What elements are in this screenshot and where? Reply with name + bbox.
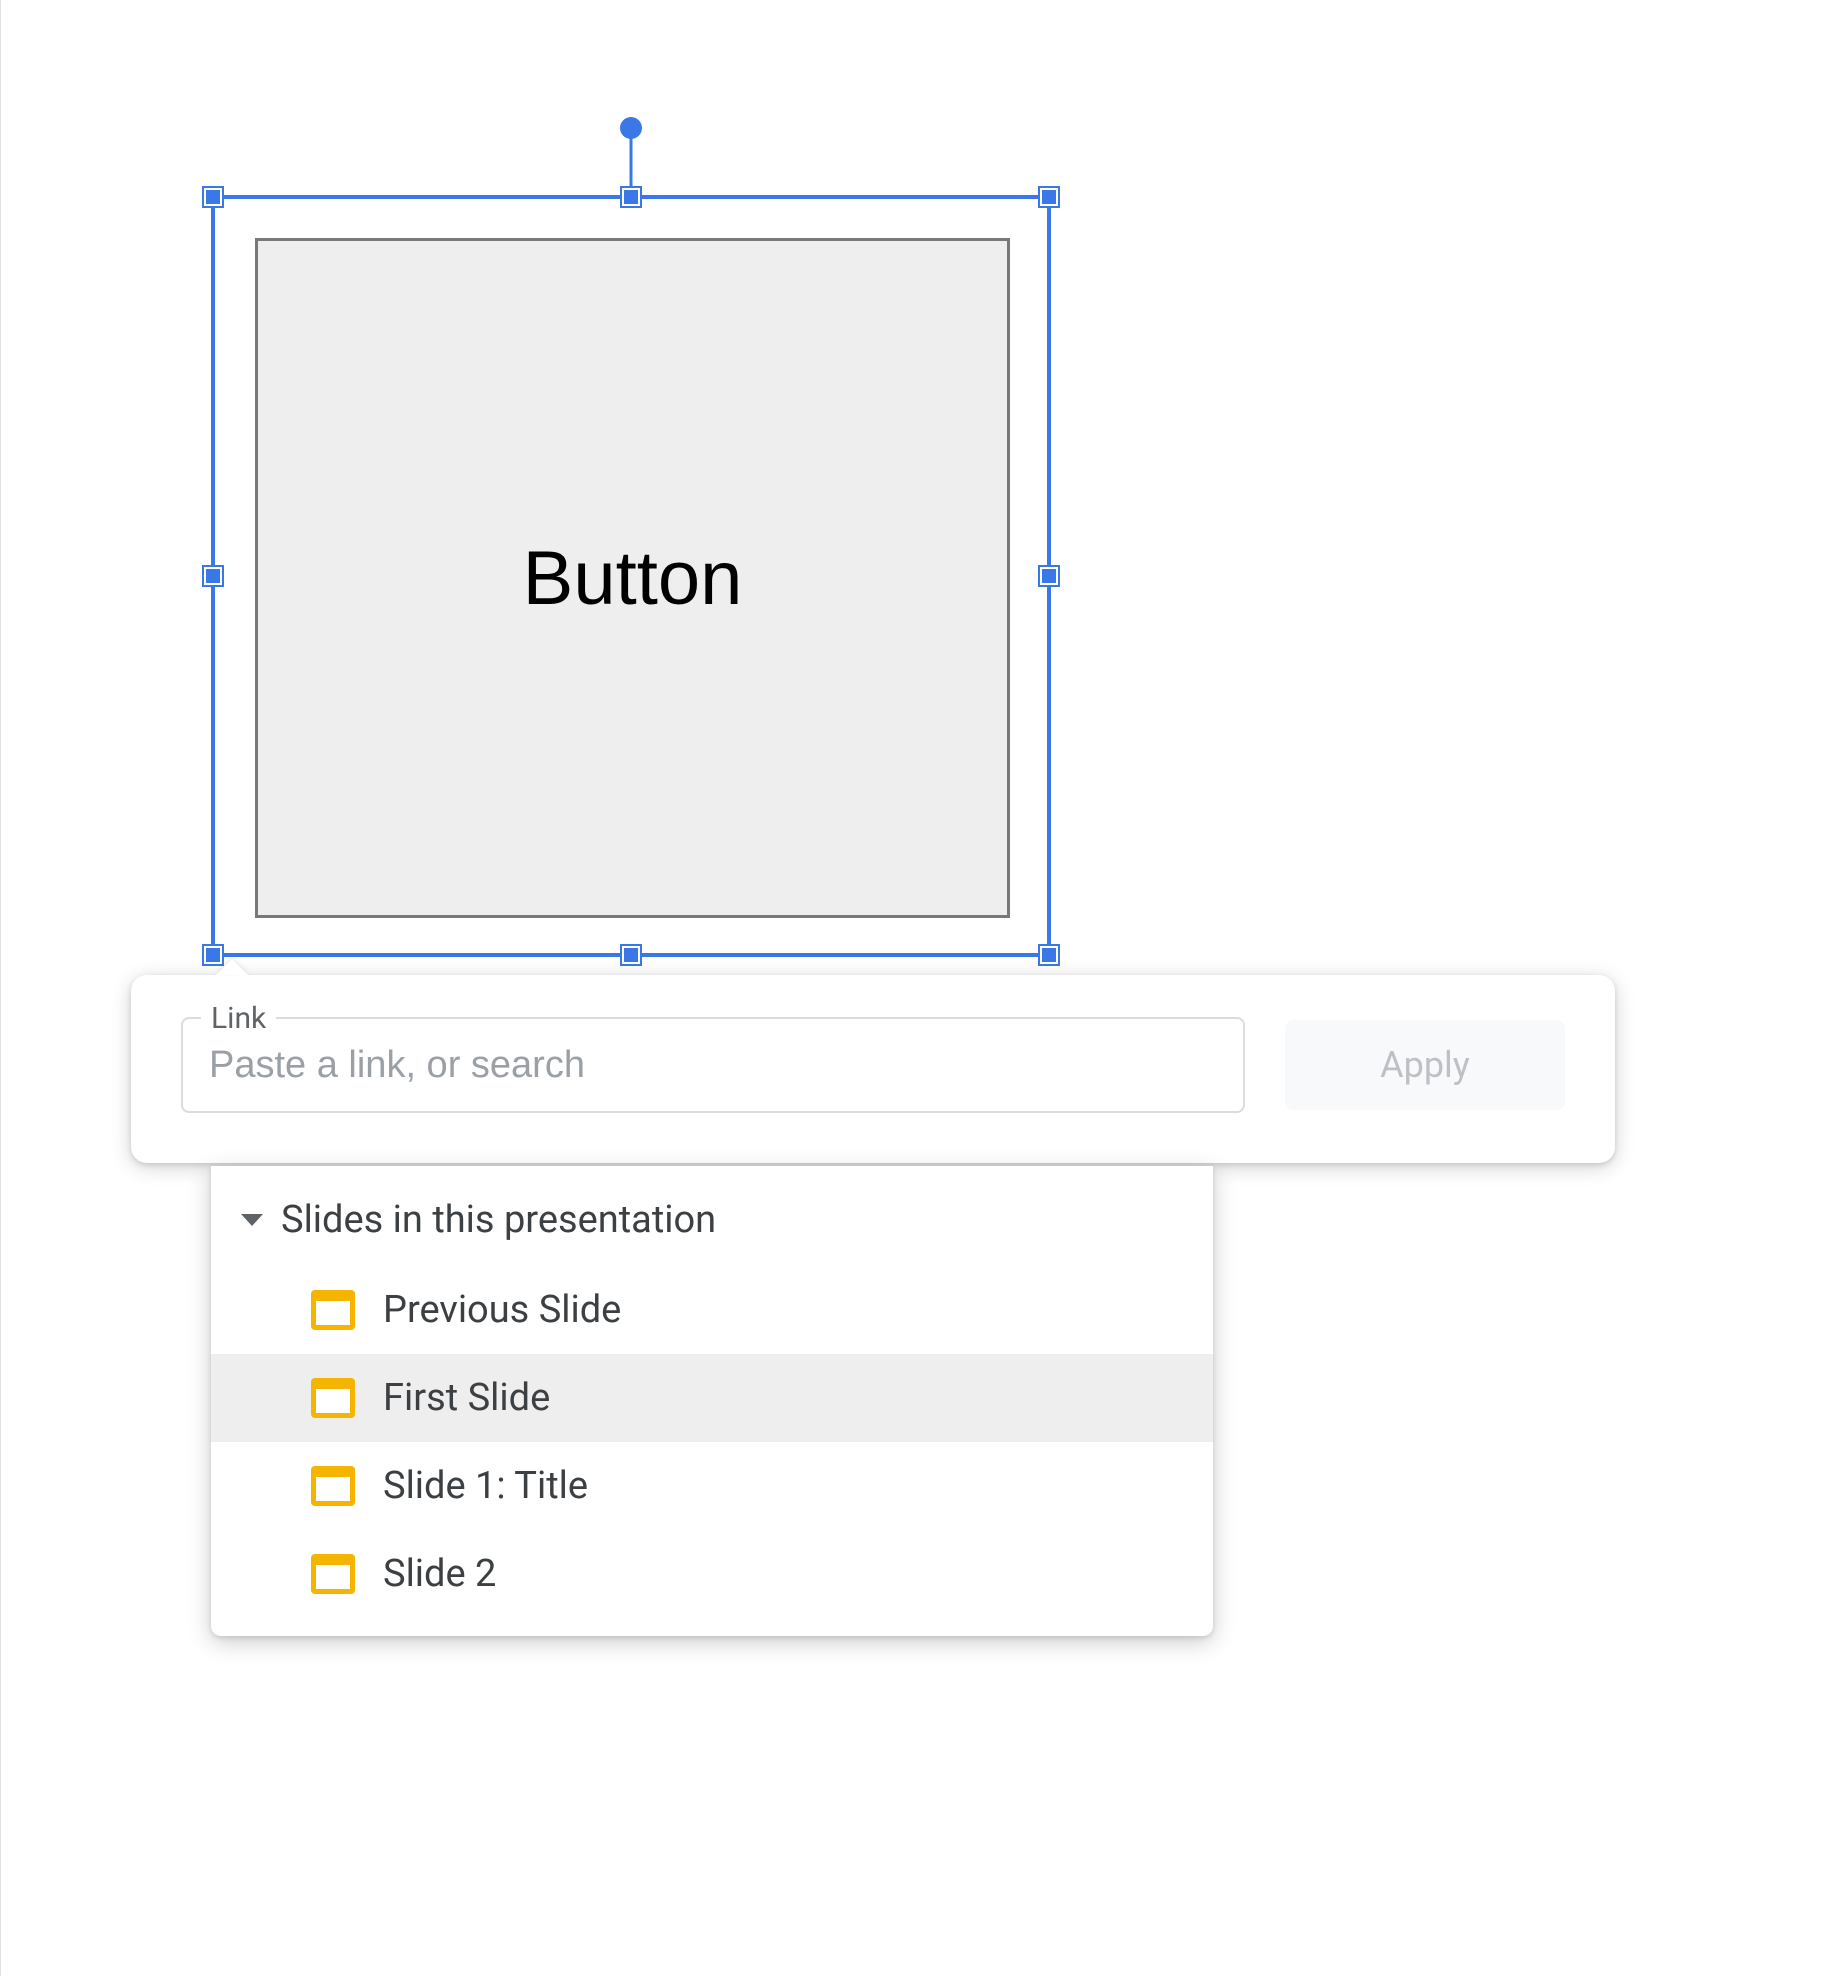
slide-item-previous[interactable]: Previous Slide (211, 1266, 1213, 1354)
resize-handle-s[interactable] (622, 946, 640, 964)
resize-handle-ne[interactable] (1040, 188, 1058, 206)
slide-icon (311, 1290, 355, 1330)
slide-icon (311, 1554, 355, 1594)
slide-dropdown: Slides in this presentation Previous Sli… (211, 1166, 1213, 1636)
shape-text: Button (523, 535, 743, 622)
slide-icon (311, 1378, 355, 1418)
selection-box[interactable]: Button (211, 195, 1051, 957)
slide-item-label: Slide 2 (383, 1552, 496, 1596)
slide-item-1[interactable]: Slide 1: Title (211, 1442, 1213, 1530)
shape-button[interactable]: Button (255, 238, 1010, 918)
apply-button[interactable]: Apply (1285, 1020, 1565, 1110)
slide-icon (311, 1466, 355, 1506)
dropdown-header-label: Slides in this presentation (281, 1198, 716, 1242)
link-popup: Link Apply (131, 975, 1615, 1163)
slide-item-label: First Slide (383, 1376, 550, 1420)
resize-handle-nw[interactable] (204, 188, 222, 206)
slide-item-label: Slide 1: Title (383, 1464, 588, 1508)
link-label: Link (201, 1001, 276, 1036)
resize-handle-se[interactable] (1040, 946, 1058, 964)
resize-handle-w[interactable] (204, 567, 222, 585)
slide-item-2[interactable]: Slide 2 (211, 1530, 1213, 1618)
resize-handle-e[interactable] (1040, 567, 1058, 585)
dropdown-header[interactable]: Slides in this presentation (211, 1182, 1213, 1266)
link-input[interactable] (209, 1019, 1217, 1111)
slide-canvas[interactable]: Button Link Apply Slides in this present… (0, 0, 1823, 1976)
slide-item-first[interactable]: First Slide (211, 1354, 1213, 1442)
link-field[interactable]: Link (181, 1017, 1245, 1113)
rotation-handle[interactable] (620, 117, 642, 139)
resize-handle-n[interactable] (622, 188, 640, 206)
caret-down-icon (241, 1214, 263, 1226)
slide-item-label: Previous Slide (383, 1288, 621, 1332)
